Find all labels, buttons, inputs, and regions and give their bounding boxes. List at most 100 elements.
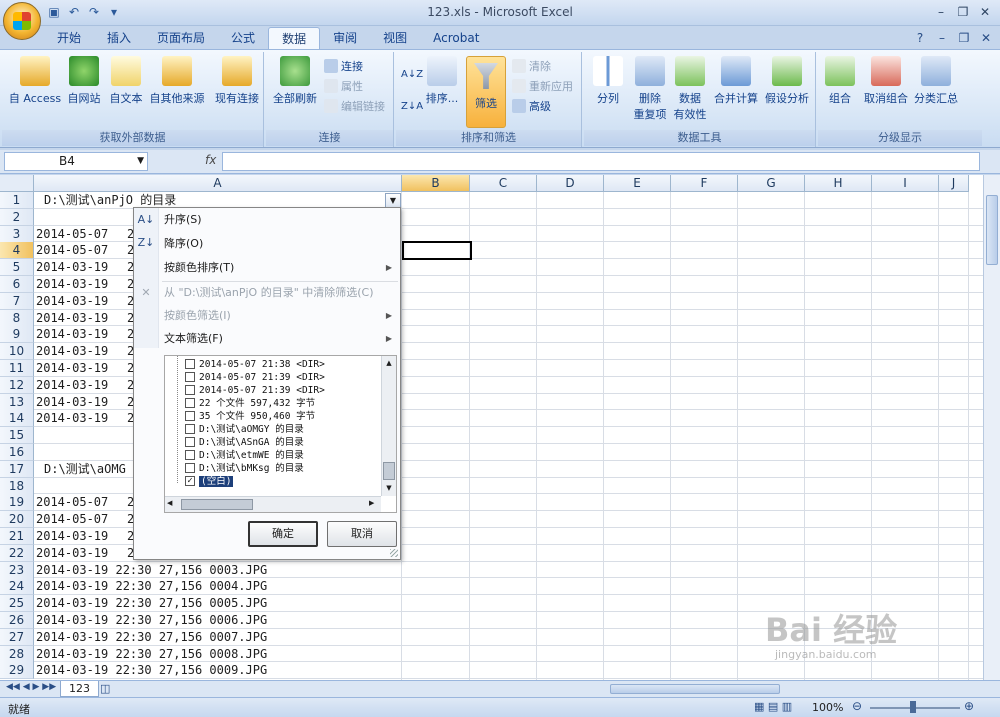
checkbox-icon[interactable] <box>185 385 195 395</box>
list-horizontal-scrollbar[interactable]: ◀ ▶ <box>165 496 381 512</box>
column-header-j[interactable]: J <box>939 175 969 192</box>
row-header-22[interactable]: 22 <box>0 544 34 562</box>
filter-value-list[interactable]: 2014-05-07 21:38 <DIR> 2014-05-07 21:39 <… <box>164 355 397 513</box>
cell-a25[interactable]: 2014-03-19 22:30 27,156 0005.JPG <box>36 595 267 612</box>
filter-list-item[interactable]: ✓ (空白) <box>185 475 234 488</box>
sort-az-icon[interactable]: A↓Z <box>401 66 423 84</box>
cell-a26[interactable]: 2014-03-19 22:30 27,156 0006.JPG <box>36 612 267 629</box>
advanced-button[interactable]: 高级 <box>512 98 551 116</box>
column-header-a[interactable]: A <box>34 175 402 192</box>
filter-button[interactable]: 筛选 <box>466 56 506 128</box>
row-header-3[interactable]: 3 <box>0 225 34 243</box>
cell-a4[interactable]: 2014-05-07 <box>36 242 108 259</box>
scroll-right-icon[interactable]: ▶ <box>369 499 374 507</box>
tab-home[interactable]: 开始 <box>44 27 94 49</box>
ungroup-button[interactable]: 取消组合 <box>860 56 912 106</box>
reapply-button[interactable]: 重新应用 <box>512 78 573 96</box>
cell-a10[interactable]: 2014-03-19 <box>36 343 108 360</box>
minimize-icon[interactable]: – <box>930 3 952 21</box>
checkbox-icon[interactable] <box>185 437 195 447</box>
filter-list-item[interactable]: D:\测试\aOMGY 的目录 <box>185 423 304 436</box>
row-header-17[interactable]: 17 <box>0 460 34 478</box>
cell-a7[interactable]: 2014-03-19 <box>36 293 108 310</box>
row-header-9[interactable]: 9 <box>0 326 34 344</box>
checked-checkbox-icon[interactable]: ✓ <box>185 476 195 486</box>
column-header-h[interactable]: H <box>805 175 872 192</box>
edit-links-button[interactable]: 编辑链接 <box>324 98 385 116</box>
tab-formulas[interactable]: 公式 <box>218 27 268 49</box>
row-header-28[interactable]: 28 <box>0 645 34 663</box>
menu-sort-by-color[interactable]: 按颜色排序(T) ▶ <box>164 258 396 278</box>
column-header-d[interactable]: D <box>537 175 604 192</box>
row-header-7[interactable]: 7 <box>0 292 34 310</box>
row-header-15[interactable]: 15 <box>0 427 34 445</box>
view-mode-icons[interactable]: ▦ ▤ ▥ <box>754 700 792 713</box>
row-header-20[interactable]: 20 <box>0 511 34 529</box>
filter-list-item[interactable]: D:\测试\ASnGA 的目录 <box>185 436 304 449</box>
tab-insert[interactable]: 插入 <box>94 27 144 49</box>
scroll-left-icon[interactable]: ◀ <box>167 499 172 507</box>
remove-duplicates-button[interactable]: 删除 重复项 <box>628 56 672 122</box>
consolidate-button[interactable]: 合并计算 <box>712 56 760 106</box>
list-vertical-scrollbar[interactable]: ▲ ▼ <box>381 356 396 496</box>
close-icon[interactable]: ✕ <box>974 3 996 21</box>
row-header-19[interactable]: 19 <box>0 494 34 512</box>
cell-a27[interactable]: 2014-03-19 22:30 27,156 0007.JPG <box>36 629 267 646</box>
formula-input[interactable] <box>222 152 980 171</box>
checkbox-icon[interactable] <box>185 411 195 421</box>
row-header-16[interactable]: 16 <box>0 444 34 461</box>
cell-a19[interactable]: 2014-05-07 <box>36 494 108 511</box>
cell-a20[interactable]: 2014-05-07 <box>36 511 108 528</box>
row-header-6[interactable]: 6 <box>0 276 34 293</box>
cell-a8[interactable]: 2014-03-19 <box>36 310 108 327</box>
active-cell-b4[interactable] <box>402 241 472 260</box>
row-header-24[interactable]: 24 <box>0 578 34 596</box>
from-access-button[interactable]: 自 Access <box>8 56 62 106</box>
filter-list-item[interactable]: D:\测试\bMKsg 的目录 <box>185 462 304 475</box>
row-header-5[interactable]: 5 <box>0 259 34 277</box>
office-button[interactable] <box>3 2 41 40</box>
cell-a9[interactable]: 2014-03-19 <box>36 326 108 343</box>
scroll-up-icon[interactable]: ▲ <box>383 357 395 369</box>
filter-list-item[interactable]: 22 个文件 597,432 字节 <box>185 397 315 410</box>
row-header-23[interactable]: 23 <box>0 561 34 579</box>
close-workbook-icon[interactable]: ✕ <box>978 30 994 46</box>
text-to-columns-button[interactable]: 分列 <box>588 56 628 106</box>
scroll-down-icon[interactable]: ▼ <box>383 482 395 494</box>
list-scroll-thumb[interactable] <box>383 462 395 480</box>
vertical-scroll-thumb[interactable] <box>986 195 998 265</box>
checkbox-icon[interactable] <box>185 450 195 460</box>
column-header-b[interactable]: B <box>402 175 470 192</box>
sort-za-icon[interactable]: Z↓A <box>401 98 423 116</box>
horizontal-scroll-thumb[interactable] <box>610 684 780 694</box>
row-header-21[interactable]: 21 <box>0 528 34 545</box>
cell-a29[interactable]: 2014-03-19 22:30 27,156 0009.JPG <box>36 662 267 679</box>
zoom-in-icon[interactable]: ⊕ <box>964 699 974 713</box>
help-icon[interactable]: ? <box>912 30 928 46</box>
cell-a3[interactable]: 2014-05-07 <box>36 226 108 243</box>
cell-a24[interactable]: 2014-03-19 22:30 27,156 0004.JPG <box>36 578 267 595</box>
vertical-scrollbar[interactable] <box>983 175 1000 680</box>
column-header-e[interactable]: E <box>604 175 671 192</box>
checkbox-icon[interactable] <box>185 359 195 369</box>
select-all-corner[interactable] <box>0 175 34 192</box>
row-header-29[interactable]: 29 <box>0 662 34 680</box>
properties-button[interactable]: 属性 <box>324 78 363 96</box>
row-header-25[interactable]: 25 <box>0 595 34 613</box>
sheet-tab-123[interactable]: 123 <box>60 681 99 697</box>
row-header-14[interactable]: 14 <box>0 410 34 428</box>
cell-a21[interactable]: 2014-03-19 <box>36 528 108 545</box>
insert-sheet-icon[interactable]: ◫ <box>100 682 110 695</box>
zoom-slider-thumb[interactable] <box>910 701 916 713</box>
cell-a6[interactable]: 2014-03-19 <box>36 276 108 293</box>
cell-a23[interactable]: 2014-03-19 22:30 27,156 0003.JPG <box>36 562 267 579</box>
row-header-12[interactable]: 12 <box>0 376 34 394</box>
row-header-26[interactable]: 26 <box>0 612 34 629</box>
filter-list-item[interactable]: D:\测试\etmWE 的目录 <box>185 449 304 462</box>
cell-a11[interactable]: 2014-03-19 <box>36 360 108 377</box>
sheet-nav-icons[interactable]: ◀◀ ◀ ▶ ▶▶ <box>6 682 56 692</box>
restore-workbook-icon[interactable]: ❐ <box>956 30 972 46</box>
ok-button[interactable]: 确定 <box>248 521 318 547</box>
checkbox-icon[interactable] <box>185 424 195 434</box>
tab-page-layout[interactable]: 页面布局 <box>144 27 218 49</box>
